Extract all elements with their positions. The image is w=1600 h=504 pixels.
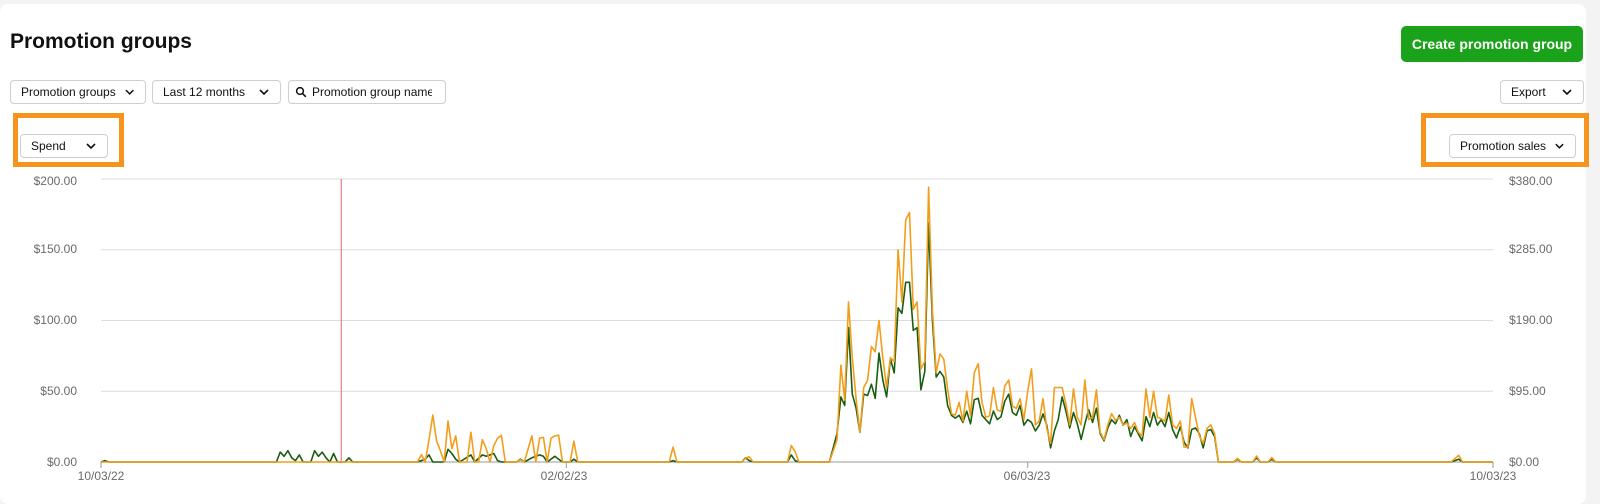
y-right-tick-label: $285.00	[1509, 242, 1553, 256]
promotion-sales-series-line	[101, 186, 1493, 463]
x-tick-label: 10/03/22	[77, 469, 125, 483]
y-left-tick-label: $50.00	[40, 384, 77, 398]
y-right-tick-label: $190.00	[1509, 313, 1553, 327]
y-left-tick-label: $200.00	[33, 174, 77, 188]
y-right-tick-label: $380.00	[1509, 174, 1553, 188]
chart	[100, 178, 1494, 468]
y-left-tick-label: $0.00	[46, 455, 77, 469]
x-tick-label: 02/02/23	[540, 469, 588, 483]
spend-series-line	[100, 222, 1493, 463]
x-tick-label: 06/03/23	[1003, 469, 1051, 483]
y-left-tick-label: $150.00	[33, 242, 77, 256]
y-right-tick-label: $95.00	[1509, 384, 1546, 398]
y-right-tick-label: $0.00	[1509, 455, 1540, 469]
x-tick-label: 10/03/23	[1469, 469, 1517, 483]
y-left-tick-label: $100.00	[33, 313, 77, 327]
